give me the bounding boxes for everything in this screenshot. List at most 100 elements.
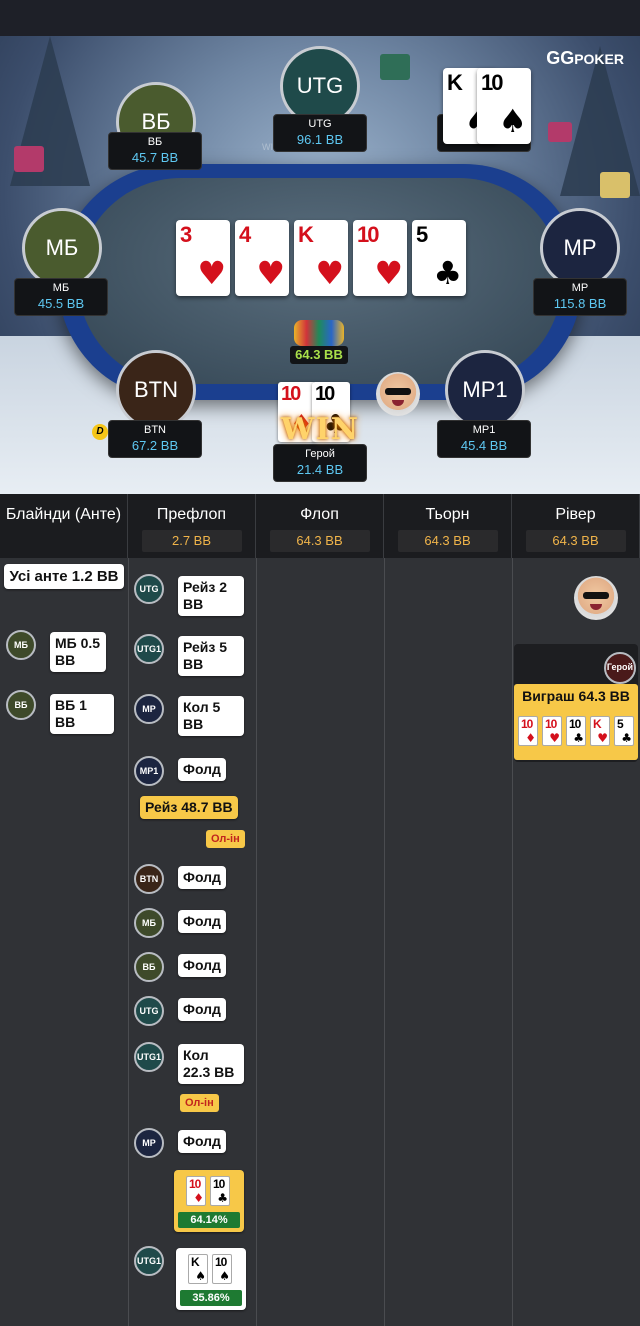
card-suit-icon: ♠	[195, 1269, 206, 1283]
hero-action-bubble: Рейз 48.7 BB	[140, 796, 238, 819]
ante-bubble: Усі анте 1.2 BB	[4, 564, 124, 589]
seat-plate-mp[interactable]: MP 115.8 BB	[533, 278, 627, 316]
column-title: Рівер	[555, 506, 596, 523]
showdown-card: K ♠	[188, 1254, 208, 1284]
hand-history-panel: Блайнди (Анте) Префлоп 2.7 BB Флоп 64.3 BB Ть…	[0, 494, 640, 1326]
utg1-showdown-box: K ♠ 10 ♠ 35.86%	[176, 1248, 246, 1310]
position-chip: UTG1	[134, 634, 164, 664]
seat-stack: 96.1 BB	[296, 132, 344, 147]
poker-table-scene: GGPOKER WI RIES 3♥4♥K♥10♥5♣ 64.3 BB ВБВБ…	[0, 36, 640, 494]
card-rank: 10	[213, 1177, 225, 1191]
seat-avatar-btn[interactable]: BTN	[116, 350, 196, 430]
position-chip: MP	[134, 1128, 164, 1158]
card-suit-icon: ♥	[549, 731, 560, 745]
card-rank: 10	[545, 717, 557, 731]
history-column-header: Блайнди (Анте)	[0, 494, 128, 558]
seat-stack: 67.2 BB	[131, 438, 179, 453]
position-chip: MP	[134, 694, 164, 724]
card-rank: 10	[281, 383, 301, 405]
sunglasses-emoji-icon[interactable]	[376, 372, 420, 416]
seat-avatar-sb[interactable]: МБ	[22, 208, 102, 288]
seat-stack: 21.4 BB	[296, 462, 344, 477]
column-pot: 64.3 BB	[525, 530, 626, 552]
position-chip-bb: ВБ	[6, 690, 36, 720]
card-suit-icon: ♣	[621, 731, 632, 745]
gift-box-decoration	[548, 122, 572, 142]
seat-name: MP1	[472, 424, 496, 436]
position-chip: MP1	[134, 756, 164, 786]
card-rank: 10	[215, 1255, 227, 1269]
history-column-header: Флоп 64.3 BB	[256, 494, 384, 558]
card-rank: 10	[189, 1177, 201, 1191]
card-rank: 5	[416, 222, 428, 247]
position-chip: UTG1	[134, 1246, 164, 1276]
history-column-header: Тьорн 64.3 BB	[384, 494, 512, 558]
seat-plate-utg[interactable]: UTG 96.1 BB	[273, 114, 367, 152]
position-chip-hero: Герой	[604, 652, 636, 684]
position-chip: UTG	[134, 574, 164, 604]
utg1-equity: 35.86%	[180, 1290, 242, 1306]
hero-equity: 64.14%	[178, 1212, 240, 1228]
seat-plate-hero[interactable]: Герой 21.4 BB	[273, 444, 367, 482]
card-rank: 4	[239, 222, 251, 247]
card-rank: 10	[315, 383, 335, 405]
card-suit-icon: ♥	[256, 254, 285, 292]
card-rank: 3	[180, 222, 192, 247]
column-divider	[384, 558, 385, 1326]
position-chip: BTN	[134, 864, 164, 894]
column-title: Блайнди (Анте)	[5, 506, 122, 523]
card-suit-icon: ♥	[315, 254, 344, 292]
showdown-card: 10 ♣	[210, 1176, 230, 1206]
seat-plate-sb[interactable]: МБ 45.5 BB	[14, 278, 108, 316]
ggpoker-logo: GGPOKER	[546, 48, 624, 68]
action-bubble: МБ 0.5 BB	[50, 632, 106, 672]
board-card: 3 ♥	[176, 220, 230, 296]
card-suit-icon: ♥	[374, 254, 403, 292]
allin-badge: Ол-ін	[206, 830, 245, 848]
position-chip: UTG1	[134, 1042, 164, 1072]
action-bubble: Фолд	[178, 954, 226, 977]
sunglasses-emoji-icon[interactable]	[574, 576, 618, 620]
seat-name: МБ	[52, 282, 70, 294]
position-chip: ВБ	[134, 952, 164, 982]
action-bubble: ВБ 1 BB	[50, 694, 114, 734]
board-card: 4 ♥	[235, 220, 289, 296]
seat-avatar-mp1[interactable]: MP1	[445, 350, 525, 430]
allin-badge: Ол-ін	[180, 1094, 219, 1112]
seat-plate-btn[interactable]: BTN 67.2 BB	[108, 420, 202, 458]
card-rank: K	[298, 222, 314, 247]
pot-amount: 64.3 BB	[290, 346, 348, 364]
seat-stack: 45.5 BB	[37, 296, 85, 311]
card-suit-icon: ♠	[498, 102, 527, 140]
utg1-hole-card: 10 ♠	[477, 68, 531, 144]
seat-name: UTG	[308, 118, 332, 130]
showdown-card: 10 ♠	[212, 1254, 232, 1284]
action-bubble: Фолд	[178, 866, 226, 889]
seat-stack: 115.8 BB	[553, 296, 607, 311]
position-chip-sb: МБ	[6, 630, 36, 660]
seat-avatar-mp[interactable]: MP	[540, 208, 620, 288]
card-rank: 5	[617, 717, 624, 731]
card-suit-icon: ♠	[219, 1269, 230, 1283]
card-rank: K	[191, 1255, 200, 1269]
winning-hand-card: K ♥	[590, 716, 610, 746]
action-bubble: Кол 22.3 BB	[178, 1044, 244, 1084]
action-bubble: Фолд	[178, 998, 226, 1021]
column-title: Префлоп	[156, 506, 227, 523]
dealer-button-icon: D	[92, 424, 108, 440]
seat-plate-bb[interactable]: ВБ 45.7 BB	[108, 132, 202, 170]
column-pot: 64.3 BB	[269, 530, 370, 552]
card-suit-icon: ♣	[217, 1191, 228, 1205]
seat-name: ВБ	[147, 136, 163, 148]
column-title: Флоп	[300, 506, 339, 523]
showdown-card: 10 ♦	[186, 1176, 206, 1206]
card-suit-icon: ♥	[197, 254, 226, 292]
seat-plate-mp1[interactable]: MP1 45.4 BB	[437, 420, 531, 458]
position-chip: UTG	[134, 996, 164, 1026]
win-result-box: Виграш 64.3 BB 10 ♦ 10 ♥ 10 ♣ K ♥ 5 ♣	[514, 684, 638, 760]
gift-box-decoration	[14, 146, 44, 172]
seat-stack: 45.7 BB	[131, 150, 179, 165]
seat-name: Герой	[305, 448, 335, 460]
column-divider	[128, 558, 129, 1326]
action-bubble: Кол 5 BB	[178, 696, 244, 736]
